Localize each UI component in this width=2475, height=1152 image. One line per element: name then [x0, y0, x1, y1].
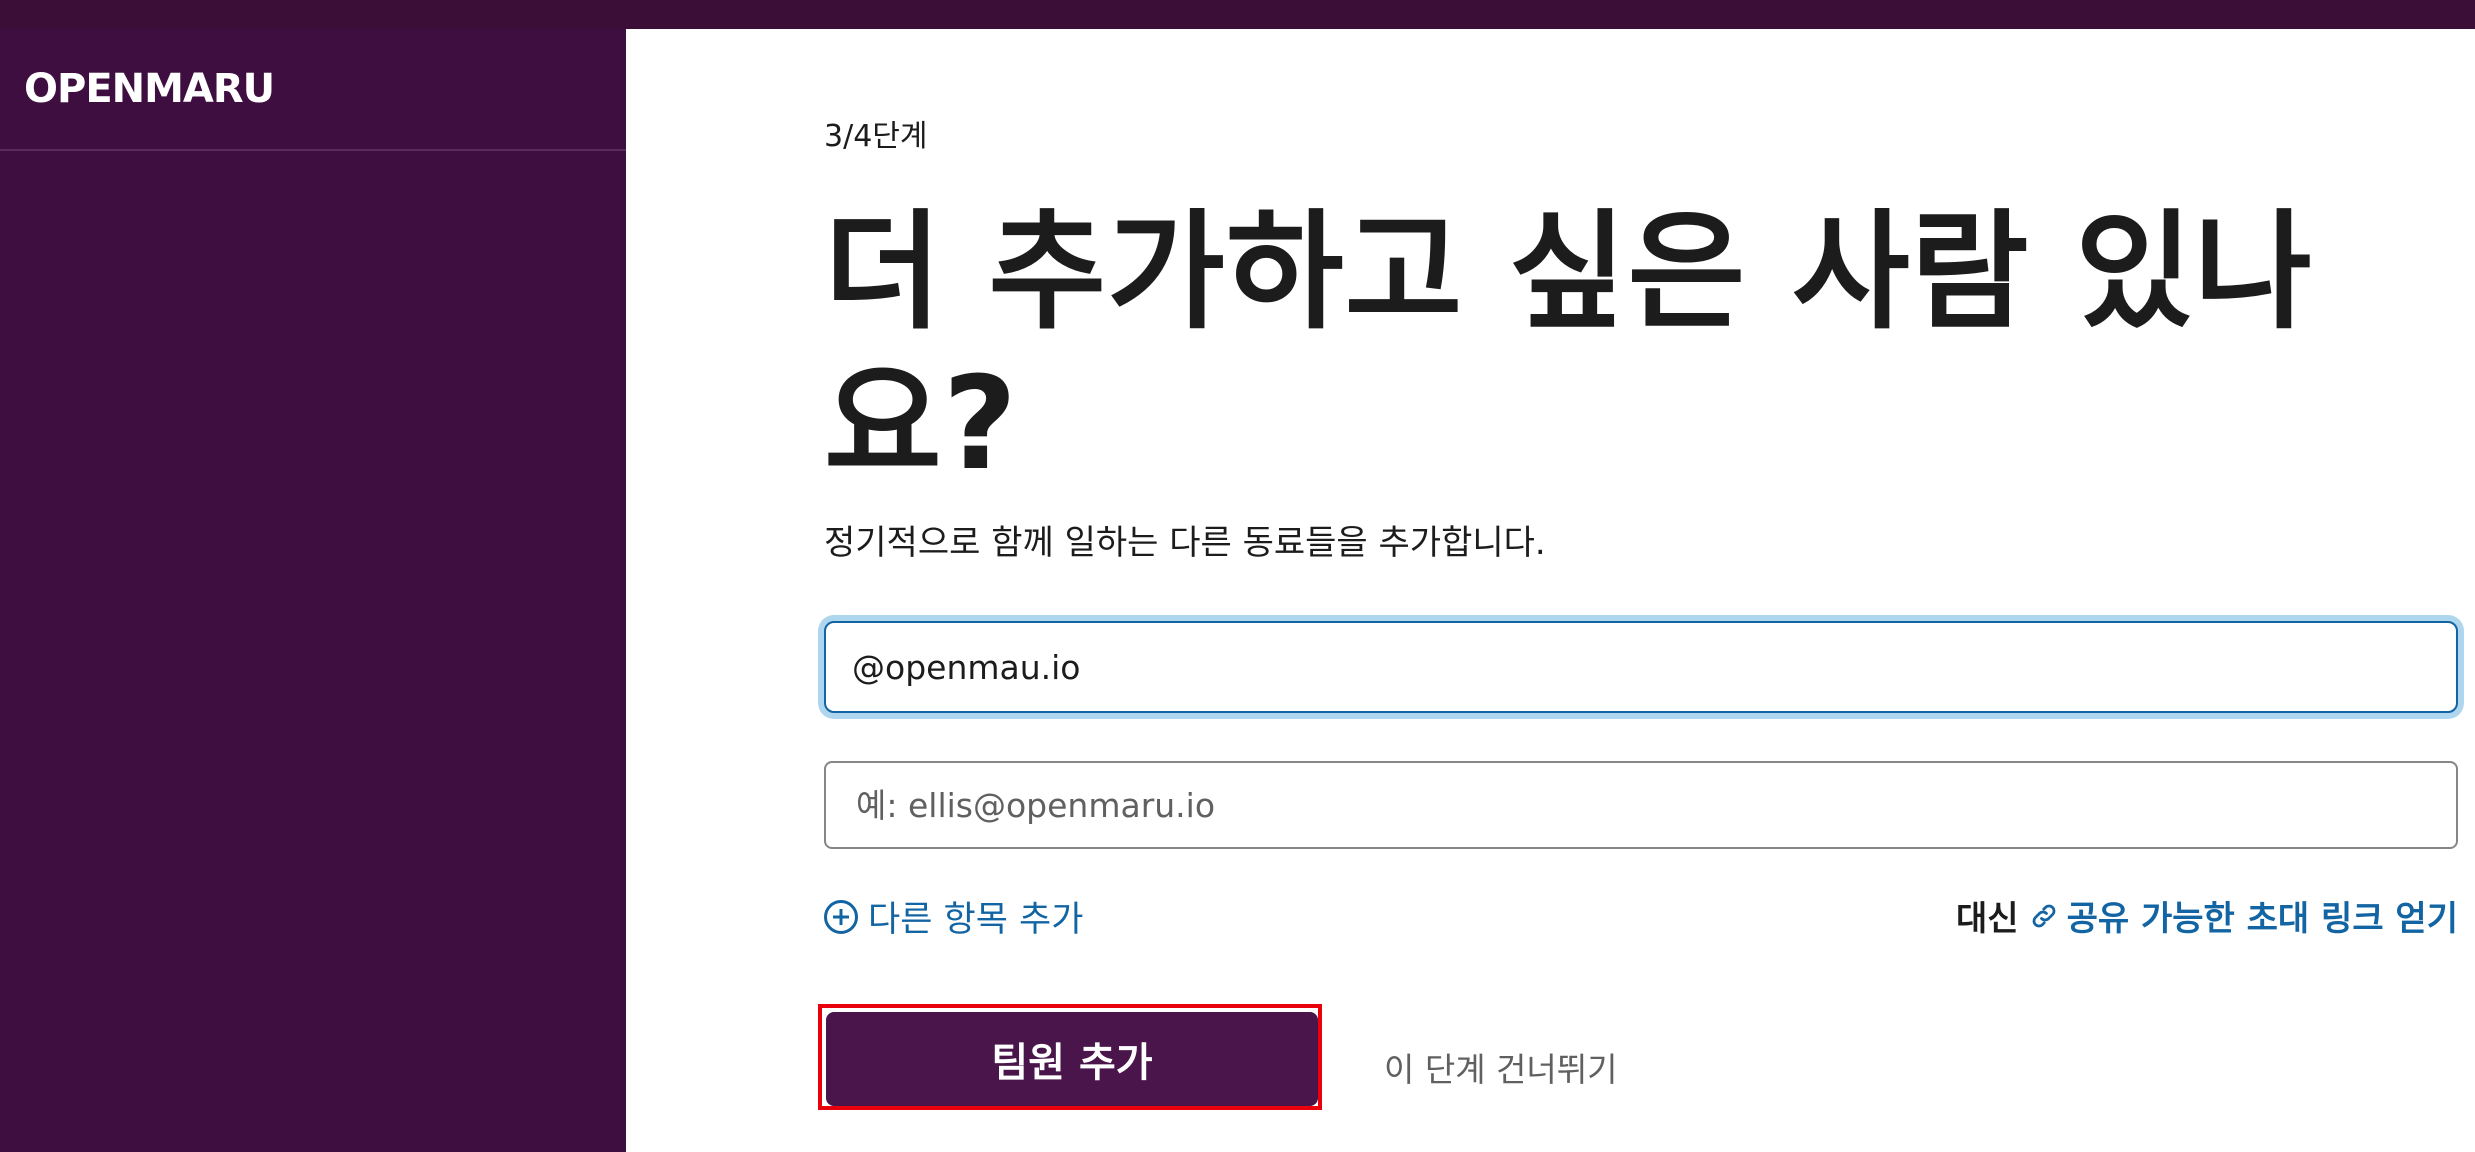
- add-member-button[interactable]: 팀원 추가: [826, 1012, 1318, 1106]
- top-bar: [0, 0, 2475, 29]
- email-input-2[interactable]: [824, 761, 2458, 849]
- main-panel: 3/4단계 더 추가하고 싶은 사람 있나요? 정기적으로 함께 일하는 다른 …: [626, 29, 2475, 1152]
- instead-label: 대신: [1956, 899, 2019, 939]
- add-another-item-link[interactable]: 다른 항목 추가: [824, 891, 1083, 942]
- plus-circle-icon: [824, 899, 858, 934]
- add-another-item-label: 다른 항목 추가: [868, 900, 1084, 940]
- workspace-name[interactable]: OPENMARU: [24, 66, 275, 112]
- link-icon: [2029, 901, 2059, 931]
- page-subtitle: 정기적으로 함께 일하는 다른 동료들을 추가합니다.: [824, 523, 1546, 563]
- form-links-row: 다른 항목 추가 대신 공유 가능한 초대 링크 얻기: [824, 891, 2458, 941]
- get-share-link-label: 공유 가능한 초대 링크 얻기: [2066, 899, 2458, 939]
- share-link-group: 대신 공유 가능한 초대 링크 얻기: [1956, 891, 2458, 940]
- get-share-link[interactable]: 공유 가능한 초대 링크 얻기: [2029, 891, 2458, 940]
- sidebar-header: OPENMARU: [0, 29, 626, 151]
- email-input-1[interactable]: [824, 621, 2458, 713]
- page-title: 더 추가하고 싶은 사람 있나요?: [824, 198, 2313, 499]
- skip-step-link[interactable]: 이 단계 건너뛰기: [1384, 1043, 1618, 1091]
- sidebar: OPENMARU: [0, 29, 626, 1152]
- step-indicator: 3/4단계: [824, 119, 928, 154]
